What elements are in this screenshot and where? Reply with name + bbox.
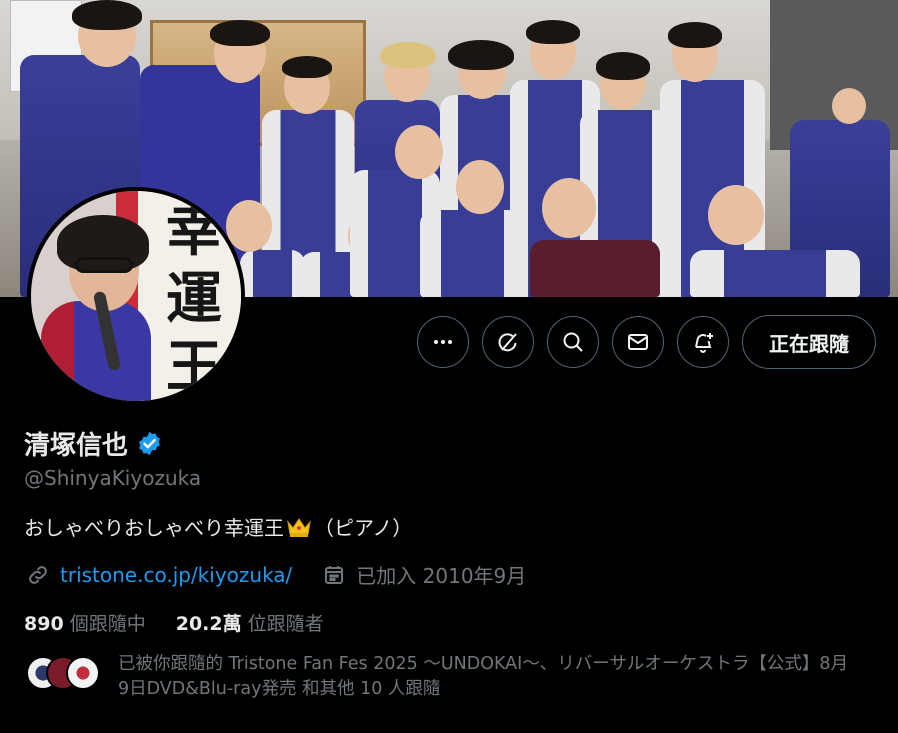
more-icon — [434, 340, 452, 344]
avatar-sign-char: 王 — [166, 334, 222, 400]
follower-avatar — [66, 656, 100, 690]
banner-hair — [210, 20, 270, 46]
followed-by-avatars — [26, 656, 100, 692]
profile-avatar[interactable]: 幸 運 王 — [27, 187, 245, 405]
grok-button[interactable] — [482, 316, 534, 368]
crown-emoji-icon — [287, 517, 311, 537]
verified-icon — [139, 431, 160, 456]
link-icon — [29, 565, 47, 584]
following-stat[interactable]: 890 個跟隨中 — [24, 609, 146, 636]
search-button[interactable] — [547, 316, 599, 368]
grok-icon — [498, 333, 517, 352]
calendar-icon — [325, 565, 344, 584]
banner-person — [420, 210, 525, 297]
banner-face — [395, 125, 443, 179]
banner-face — [708, 185, 764, 245]
notification-icon — [695, 333, 713, 353]
more-button[interactable] — [417, 316, 469, 368]
notification-button[interactable] — [677, 316, 729, 368]
name-row: 清塚信也 — [24, 425, 163, 462]
profile-stats: 890 個跟隨中 20.2萬 位跟隨者 — [24, 609, 324, 636]
banner-person — [690, 250, 860, 297]
avatar-sign-char: 運 — [166, 266, 222, 332]
joined-date: 已加入 2010年9月 — [356, 564, 527, 588]
banner-face — [456, 160, 504, 214]
following-label: 個跟隨中 — [69, 613, 146, 635]
banner-hair — [380, 42, 436, 68]
following-count: 890 — [24, 613, 64, 635]
profile-actions: 正在跟隨 — [417, 315, 876, 369]
avatar-sign-char: 幸 — [166, 198, 222, 264]
profile-meta: tristone.co.jp/kiyozuka/ 已加入 2010年9月 — [26, 560, 526, 589]
banner-hair — [282, 56, 332, 78]
banner-hair — [72, 0, 142, 30]
avatar-glasses — [75, 257, 133, 273]
bio-text: おしゃべりおしゃべり幸運王 — [24, 516, 284, 540]
message-button[interactable] — [612, 316, 664, 368]
banner-person — [530, 240, 660, 297]
followed-by-text: 已被你跟隨的 Tristone Fan Fes 2025 ～UNDOKAI～、リ… — [118, 654, 849, 699]
banner-hair — [448, 40, 514, 70]
banner-face — [832, 88, 866, 124]
banner-face — [542, 178, 596, 238]
banner-hair — [596, 52, 650, 80]
banner-hair — [668, 22, 722, 48]
followers-label: 位跟隨者 — [247, 613, 324, 635]
following-button[interactable]: 正在跟隨 — [742, 315, 876, 369]
followers-count: 20.2萬 — [175, 613, 242, 635]
search-icon — [563, 332, 583, 352]
message-icon — [628, 334, 648, 350]
profile-handle: @ShinyaKiyozuka — [24, 466, 202, 490]
followers-stat[interactable]: 20.2萬 位跟隨者 — [176, 609, 324, 636]
verified-badge[interactable] — [136, 430, 163, 457]
avatar-shirt — [41, 301, 151, 401]
bio-suffix: （ピアノ） — [314, 516, 413, 540]
followed-by[interactable]: 已被你跟隨的 Tristone Fan Fes 2025 ～UNDOKAI～、リ… — [26, 652, 858, 702]
banner-hair — [526, 20, 580, 44]
banner-person — [240, 250, 305, 297]
profile-bio: おしゃべりおしゃべり幸運王 （ピアノ） — [24, 512, 412, 541]
profile-link[interactable]: tristone.co.jp/kiyozuka/ — [60, 563, 292, 587]
display-name: 清塚信也 — [24, 431, 129, 461]
